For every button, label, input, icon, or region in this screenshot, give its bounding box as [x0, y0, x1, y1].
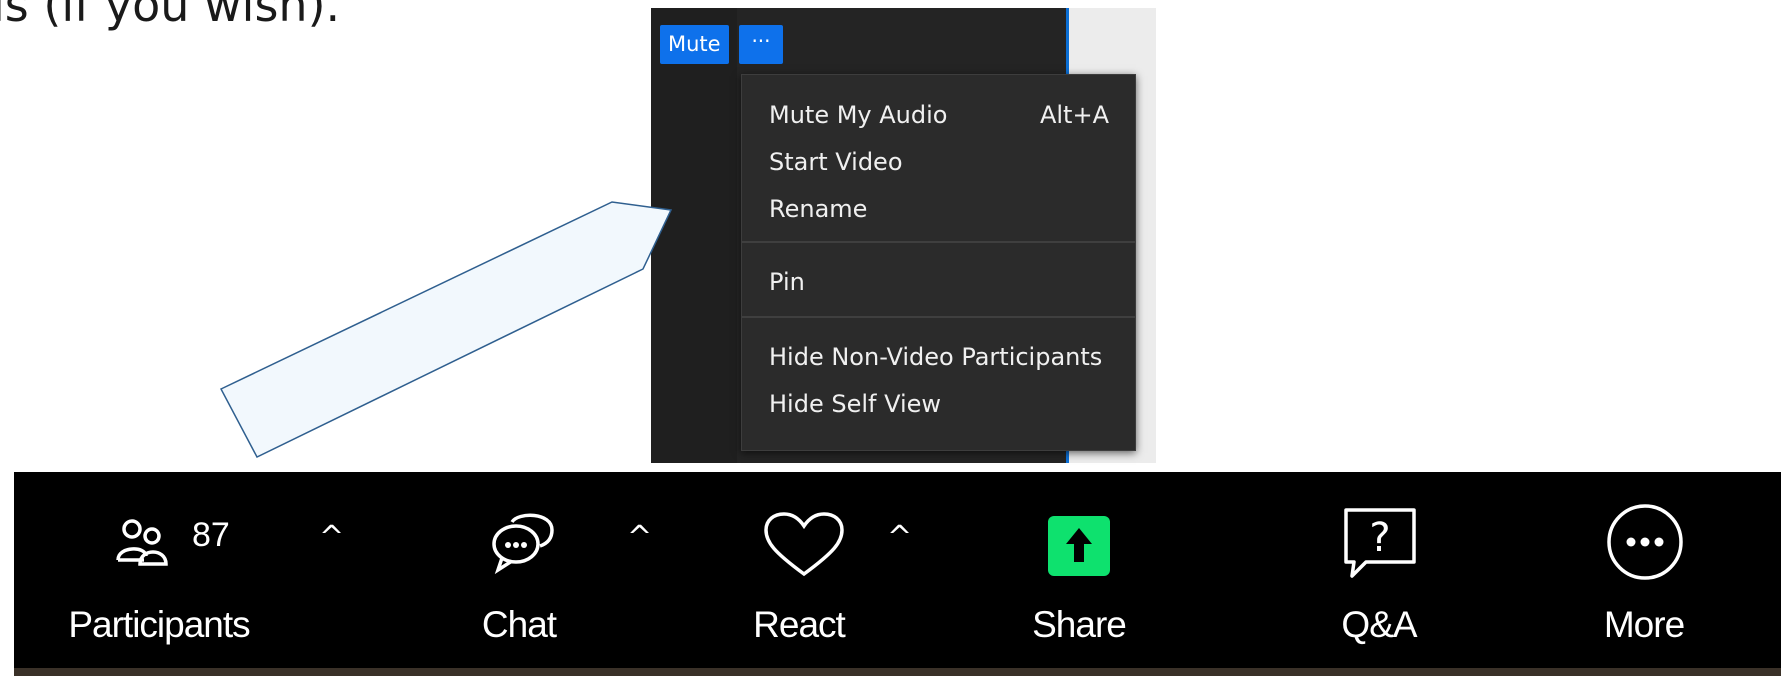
- participants-icon: [116, 519, 168, 566]
- share-label: Share: [1032, 604, 1127, 645]
- question-icon: ?: [1344, 508, 1416, 578]
- more-dots-icon: [1607, 504, 1683, 580]
- callout-arrow-shape: [219, 201, 673, 458]
- qa-label: Q&A: [1341, 604, 1417, 645]
- chat-button[interactable]: Chat: [444, 472, 594, 670]
- participants-count: 87: [192, 516, 230, 554]
- svg-text:?: ?: [1369, 515, 1390, 561]
- share-arrow-icon: [1066, 528, 1092, 562]
- share-icon-background: [1048, 516, 1110, 576]
- react-button[interactable]: React: [714, 472, 884, 670]
- chat-icon: [492, 513, 554, 575]
- heart-icon: [764, 512, 844, 577]
- participants-button[interactable]: 87 Participants: [44, 472, 274, 670]
- chat-caret-icon[interactable]: ^: [627, 520, 652, 555]
- react-label: React: [753, 604, 846, 645]
- toolbar-bottom-edge: [14, 668, 1781, 676]
- meeting-toolbar: 87 Participants ^ Chat ^ React ^ Share ?…: [14, 472, 1781, 670]
- share-button[interactable]: Share: [1014, 472, 1144, 670]
- more-button[interactable]: More: [1579, 472, 1709, 670]
- chat-label: Chat: [481, 604, 557, 645]
- more-label: More: [1603, 604, 1685, 645]
- qa-button[interactable]: ? Q&A: [1314, 472, 1444, 670]
- react-caret-icon[interactable]: ^: [887, 520, 912, 555]
- participants-caret-icon[interactable]: ^: [319, 520, 344, 555]
- participants-label: Participants: [68, 604, 250, 645]
